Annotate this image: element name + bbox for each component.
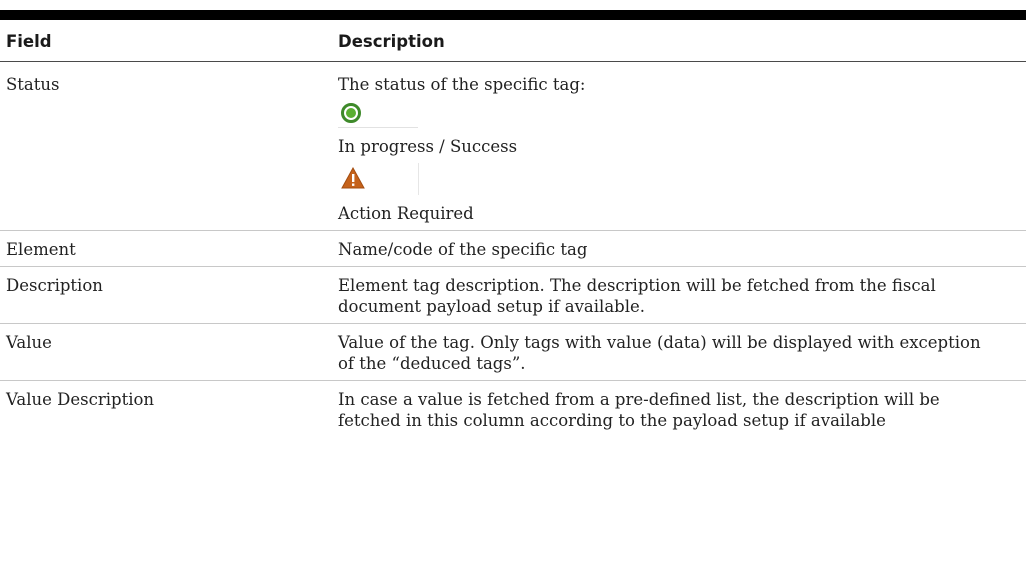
status-label-success: In progress / Success [338, 137, 518, 156]
warning-icon-box [338, 163, 419, 195]
table-row-value: Value Value of the tag. Only tags with v… [0, 323, 1026, 381]
header-description: Description [328, 20, 1026, 62]
top-rule [0, 10, 1026, 20]
table-row-element: Element Name/code of the specific tag [0, 230, 1026, 267]
success-icon-box [338, 101, 418, 128]
field-cell: Description [0, 266, 328, 324]
header-field: Field [0, 20, 328, 62]
table-row-description: Description Element tag description. The… [0, 266, 1026, 324]
table-row-value-description: Value Description In case a value is fet… [0, 381, 1026, 438]
field-cell: Value Description [6, 390, 155, 409]
warning-triangle-icon [341, 167, 365, 189]
description-cell: Value of the tag. Only tags with value (… [328, 323, 1026, 381]
status-label-action: Action Required [338, 204, 474, 223]
field-cell: Element [0, 230, 328, 267]
description-cell: Element tag description. The description… [328, 266, 1026, 324]
table-row-status: Status The status of the specific tag: I… [0, 61, 1026, 231]
status-intro: The status of the specific tag: [338, 75, 586, 94]
table-header-row: Field Description [0, 20, 1026, 62]
success-circle-icon [341, 103, 361, 123]
field-cell: Status [0, 61, 328, 231]
description-cell: Name/code of the specific tag [328, 230, 1026, 267]
field-cell: Value [0, 323, 328, 381]
description-cell: In case a value is fetched from a pre-de… [338, 390, 940, 430]
description-cell: The status of the specific tag: In progr… [328, 61, 1026, 231]
field-description-table: Field Description Status The status of t… [0, 20, 1026, 437]
